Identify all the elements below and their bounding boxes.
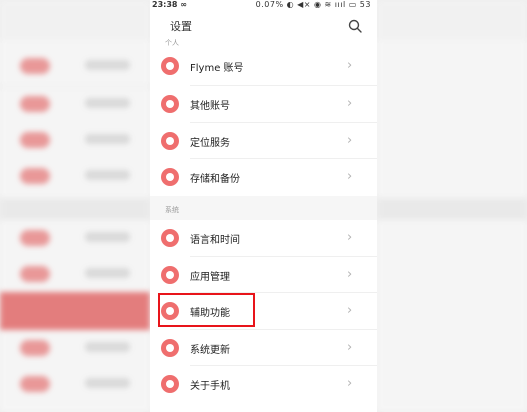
flyme-account-icon	[161, 57, 179, 75]
chevron-right-icon: ›	[347, 58, 353, 73]
status-indicators: 0.07% ◐ ◀× ◉ ≋ ıııl ▭ 53	[255, 0, 371, 9]
chevron-right-icon: ›	[347, 376, 353, 391]
blurred-background-right	[377, 0, 527, 412]
settings-item-storage-backup[interactable]: 存储和备份 ›	[150, 159, 377, 195]
chevron-right-icon: ›	[347, 340, 353, 355]
chevron-right-icon: ›	[347, 303, 353, 318]
item-label: 定位服务	[190, 138, 230, 149]
section-header-system: 系统	[150, 196, 377, 220]
status-time: 23:38 ∞	[152, 0, 187, 9]
other-accounts-icon	[161, 95, 179, 113]
status-bar: 23:38 ∞ 0.07% ◐ ◀× ◉ ≋ ıııl ▭ 53	[150, 0, 377, 12]
system-update-icon	[161, 339, 179, 357]
chevron-right-icon: ›	[347, 96, 353, 111]
location-icon	[161, 132, 179, 150]
chevron-right-icon: ›	[347, 169, 353, 184]
phone-screen: 23:38 ∞ 0.07% ◐ ◀× ◉ ≋ ıııl ▭ 53 设置 个人 F…	[150, 0, 377, 412]
item-label: 应用管理	[190, 272, 230, 283]
item-label: 语言和时间	[190, 235, 240, 246]
settings-item-about-phone[interactable]: 关于手机 ›	[150, 366, 377, 402]
search-icon[interactable]	[348, 19, 362, 33]
info-icon	[161, 375, 179, 393]
item-label: 其他账号	[190, 101, 230, 112]
chevron-right-icon: ›	[347, 267, 353, 282]
app-manager-icon	[161, 266, 179, 284]
screenshot-stage: 23:38 ∞ 0.07% ◐ ◀× ◉ ≋ ıııl ▭ 53 设置 个人 F…	[0, 0, 527, 412]
chevron-right-icon: ›	[347, 230, 353, 245]
title-bar: 设置	[150, 12, 377, 40]
settings-item-language-time[interactable]: 语言和时间 ›	[150, 220, 377, 256]
settings-item-flyme-account[interactable]: Flyme 账号 ›	[150, 48, 377, 84]
page-title: 设置	[170, 20, 192, 33]
settings-item-app-management[interactable]: 应用管理 ›	[150, 257, 377, 293]
section-label-personal: 个人	[165, 39, 179, 47]
settings-item-system-update[interactable]: 系统更新 ›	[150, 330, 377, 366]
section-label-system: 系统	[165, 206, 179, 214]
blurred-background-left	[0, 0, 150, 412]
cloud-backup-icon	[161, 168, 179, 186]
highlight-box	[158, 293, 255, 327]
item-label: 系统更新	[190, 345, 230, 356]
chevron-right-icon: ›	[347, 133, 353, 148]
globe-icon	[161, 229, 179, 247]
item-label: 存储和备份	[190, 174, 240, 185]
settings-item-other-accounts[interactable]: 其他账号 ›	[150, 86, 377, 122]
item-label: 关于手机	[190, 381, 230, 392]
settings-item-location[interactable]: 定位服务 ›	[150, 123, 377, 159]
item-label: Flyme 账号	[190, 63, 244, 74]
